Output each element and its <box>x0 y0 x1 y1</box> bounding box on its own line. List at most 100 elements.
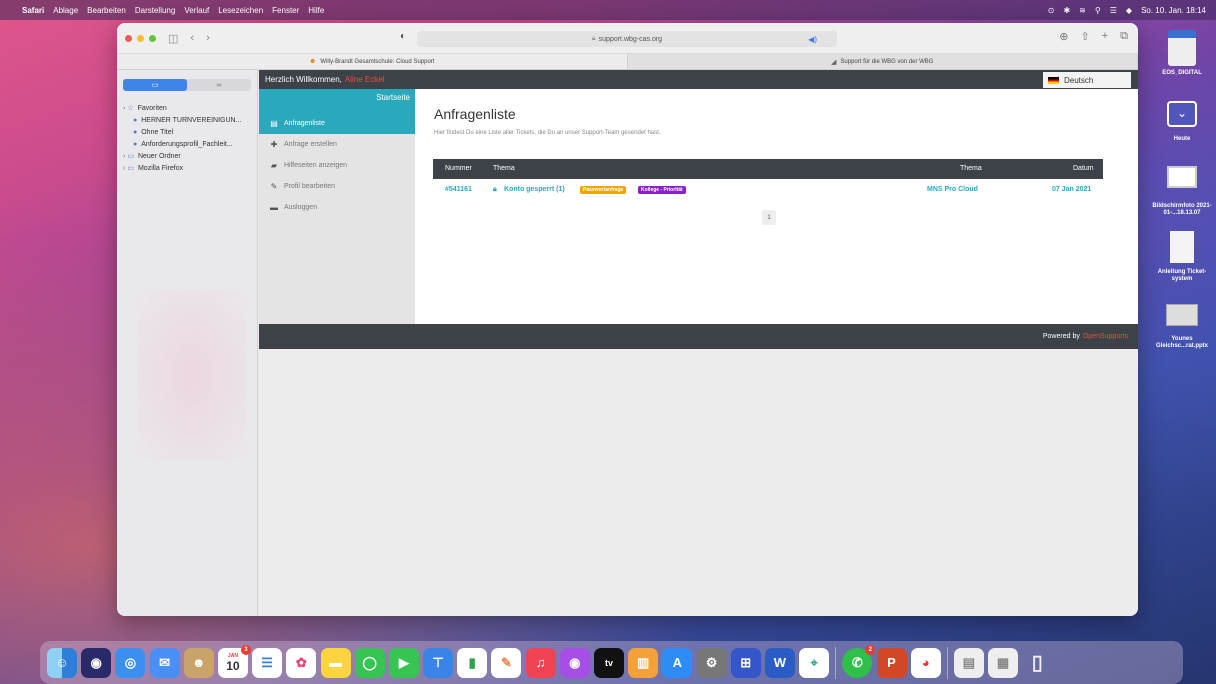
menu-hilfe[interactable]: Hilfe <box>308 6 324 15</box>
menu-lesezeichen[interactable]: Lesezeichen <box>218 6 263 15</box>
close-window-button[interactable] <box>125 34 132 42</box>
siri-icon[interactable]: ◉ <box>81 647 112 678</box>
dock: ☺ ◉ ◎ ✉ ☻ JAN 10 3 ☰ ✿ ▬ ◯ ▶ ⊤ ▮ ✎ ♫ ◉ t… <box>40 641 1183 684</box>
bluetooth-icon[interactable]: ✱ <box>1063 6 1070 15</box>
desktop-label[interactable]: Bildschirmfoto 2021-01-...18.13.07 <box>1148 203 1216 217</box>
tab-wbg-support[interactable]: ◢ Support für die WBG von der WBG <box>628 54 1138 69</box>
minimize-window-button[interactable] <box>137 34 144 42</box>
zoom-window-button[interactable] <box>149 34 156 42</box>
finder-icon[interactable]: ☺ <box>47 647 77 678</box>
control-center-icon[interactable]: ☰ <box>1110 6 1117 15</box>
folder-icon[interactable]: ⌄ <box>1167 101 1197 127</box>
facetime-icon[interactable]: ▶ <box>388 647 419 678</box>
document-icon[interactable] <box>1170 231 1194 263</box>
share-icon[interactable]: ⇧ <box>1080 30 1089 43</box>
bookmark-folder-favorites[interactable]: › ☆ Favoriten <box>123 102 241 114</box>
menu-app-name[interactable]: Safari <box>22 6 44 15</box>
calendar-icon[interactable]: JAN 10 3 <box>217 644 251 678</box>
menu-bearbeiten[interactable]: Bearbeiten <box>87 6 126 15</box>
whatsapp-icon[interactable]: ✆ 2 <box>842 644 876 678</box>
reminders-icon[interactable]: ☰ <box>252 647 283 678</box>
photos-icon[interactable]: ✿ <box>286 647 317 678</box>
star-icon: ☆ <box>127 105 134 112</box>
bookmark-item[interactable]: ● Ohne Titel <box>123 126 241 138</box>
footer-brand-link[interactable]: OpenSupports <box>1083 333 1128 340</box>
tag-badge: Kollege - Priorität <box>638 186 686 194</box>
whatsapp-badge: 2 <box>865 644 876 655</box>
music-icon[interactable]: ♫ <box>525 647 556 678</box>
safari-icon[interactable]: ◎ <box>115 647 146 678</box>
menu-clock[interactable]: So. 10. Jan. 18:14 <box>1141 6 1206 15</box>
keynote-icon[interactable]: ⊤ <box>423 647 454 678</box>
powerpoint-icon[interactable]: P <box>876 647 907 678</box>
nav-label: Anfragenliste <box>284 120 325 127</box>
address-bar[interactable]: 🔒︎ support.wbg-cas.org ◀) <box>417 31 837 47</box>
tab-cloud-support[interactable]: ☻ Willy-Brandt Gesamtschule: Cloud Suppo… <box>117 54 628 69</box>
sidebar-toggle-icon[interactable]: ◫ <box>168 32 178 45</box>
desktop-label[interactable]: Anleitung Ticket-system <box>1148 269 1216 283</box>
wifi-icon[interactable]: ≋ <box>1079 6 1086 15</box>
ticket-subject[interactable]: Konto gesperrt (1) <box>504 186 565 193</box>
books-icon[interactable]: ▥ <box>628 647 659 678</box>
tab-overview-icon[interactable]: ⧉ <box>1120 30 1128 43</box>
contacts-icon[interactable]: ☻ <box>183 647 214 678</box>
audio-icon[interactable]: ◀) <box>808 35 817 44</box>
desktop-label[interactable]: Heute <box>1148 136 1216 143</box>
bookmark-item[interactable]: ● Anforderungsprofil_Fachleit... <box>123 138 241 150</box>
user-name: Aline Eckel <box>344 75 385 84</box>
trash-icon[interactable]: ▯ <box>1022 648 1052 678</box>
nav-hilfeseiten[interactable]: ▰ Hilfeseiten anzeigen <box>259 155 415 176</box>
pages-icon[interactable]: ✎ <box>491 647 522 678</box>
nav-anfrage-erstellen[interactable]: ✚ Anfrage erstellen <box>259 134 415 155</box>
menu-fenster[interactable]: Fenster <box>272 6 299 15</box>
drive-icon[interactable] <box>1168 30 1196 66</box>
ticket-topic[interactable]: MNS Pro Cloud <box>927 186 978 193</box>
system-preferences-icon[interactable]: ⚙ <box>696 647 727 678</box>
spotlight-icon[interactable]: ⚲ <box>1095 6 1101 15</box>
table-row[interactable]: #541161 🔒︎ Konto gesperrt (1) Passwortan… <box>433 179 1103 199</box>
siri-icon[interactable]: ◆ <box>1126 6 1132 15</box>
new-tab-icon[interactable]: + <box>1102 30 1108 43</box>
menu-ablage[interactable]: Ablage <box>53 6 78 15</box>
screen-record-icon[interactable]: ⊙ <box>1048 6 1055 15</box>
downloads-stack-icon[interactable]: ▦ <box>988 647 1019 678</box>
reading-list-tab-icon[interactable]: ∞ <box>187 79 251 91</box>
chrome-icon[interactable]: ◕ <box>910 647 941 678</box>
messages-icon[interactable]: ◯ <box>354 647 385 678</box>
app-store-icon[interactable]: A <box>662 647 693 678</box>
mail-icon[interactable]: ✉ <box>149 647 180 678</box>
bookmark-item[interactable]: ● HERNER TURNVEREINIGUN... <box>123 114 241 126</box>
ticket-number[interactable]: #541161 <box>445 186 472 193</box>
menu-darstellung[interactable]: Darstellung <box>135 6 175 15</box>
launchpad-icon[interactable]: ⊞ <box>730 647 761 678</box>
maps-icon[interactable]: ⌖ <box>799 647 830 678</box>
desktop-label[interactable]: Younes Gleichsc...rat.pptx <box>1148 336 1216 350</box>
bookmark-folder[interactable]: › ▭ Mozilla Firefox <box>123 162 241 174</box>
tv-icon[interactable]: tv <box>594 647 624 678</box>
favicon-icon: ☻ <box>309 58 317 65</box>
privacy-shield-icon[interactable]: ◐ <box>400 31 406 42</box>
forward-icon[interactable]: › <box>206 32 210 44</box>
download-icon[interactable]: ⊕ <box>1059 30 1068 43</box>
recent-document-icon[interactable]: ▤ <box>953 647 984 678</box>
desktop-label[interactable]: EOS_DIGITAL <box>1148 70 1216 77</box>
nav-profil[interactable]: ✎ Profil bearbeiten <box>259 176 415 197</box>
nav-anfragenliste[interactable]: ▤ Anfragenliste <box>259 113 415 134</box>
back-icon[interactable]: ‹ <box>190 32 194 44</box>
bookmark-folder[interactable]: › ▭ Neuer Ordner <box>123 150 241 162</box>
screenshot-icon[interactable] <box>1167 166 1197 188</box>
word-icon[interactable]: W <box>764 647 795 678</box>
site-nav: Startseite ▤ Anfragenliste ✚ Anfrage ers… <box>259 89 415 324</box>
numbers-icon[interactable]: ▮ <box>457 647 488 678</box>
nav-home[interactable]: Startseite <box>259 89 415 115</box>
notes-icon[interactable]: ▬ <box>320 647 351 678</box>
menu-verlauf[interactable]: Verlauf <box>184 6 209 15</box>
calendar-badge: 3 <box>240 644 251 655</box>
nav-ausloggen[interactable]: ▬ Ausloggen <box>259 197 415 218</box>
bookmarks-tab-icon[interactable]: ▭ <box>123 79 187 91</box>
podcasts-icon[interactable]: ◉ <box>559 647 590 678</box>
presentation-icon[interactable] <box>1166 304 1198 326</box>
language-selector[interactable]: Deutsch <box>1043 72 1131 88</box>
document-icon: ▤ <box>270 119 278 128</box>
pagination-page[interactable]: 1 <box>762 210 776 225</box>
